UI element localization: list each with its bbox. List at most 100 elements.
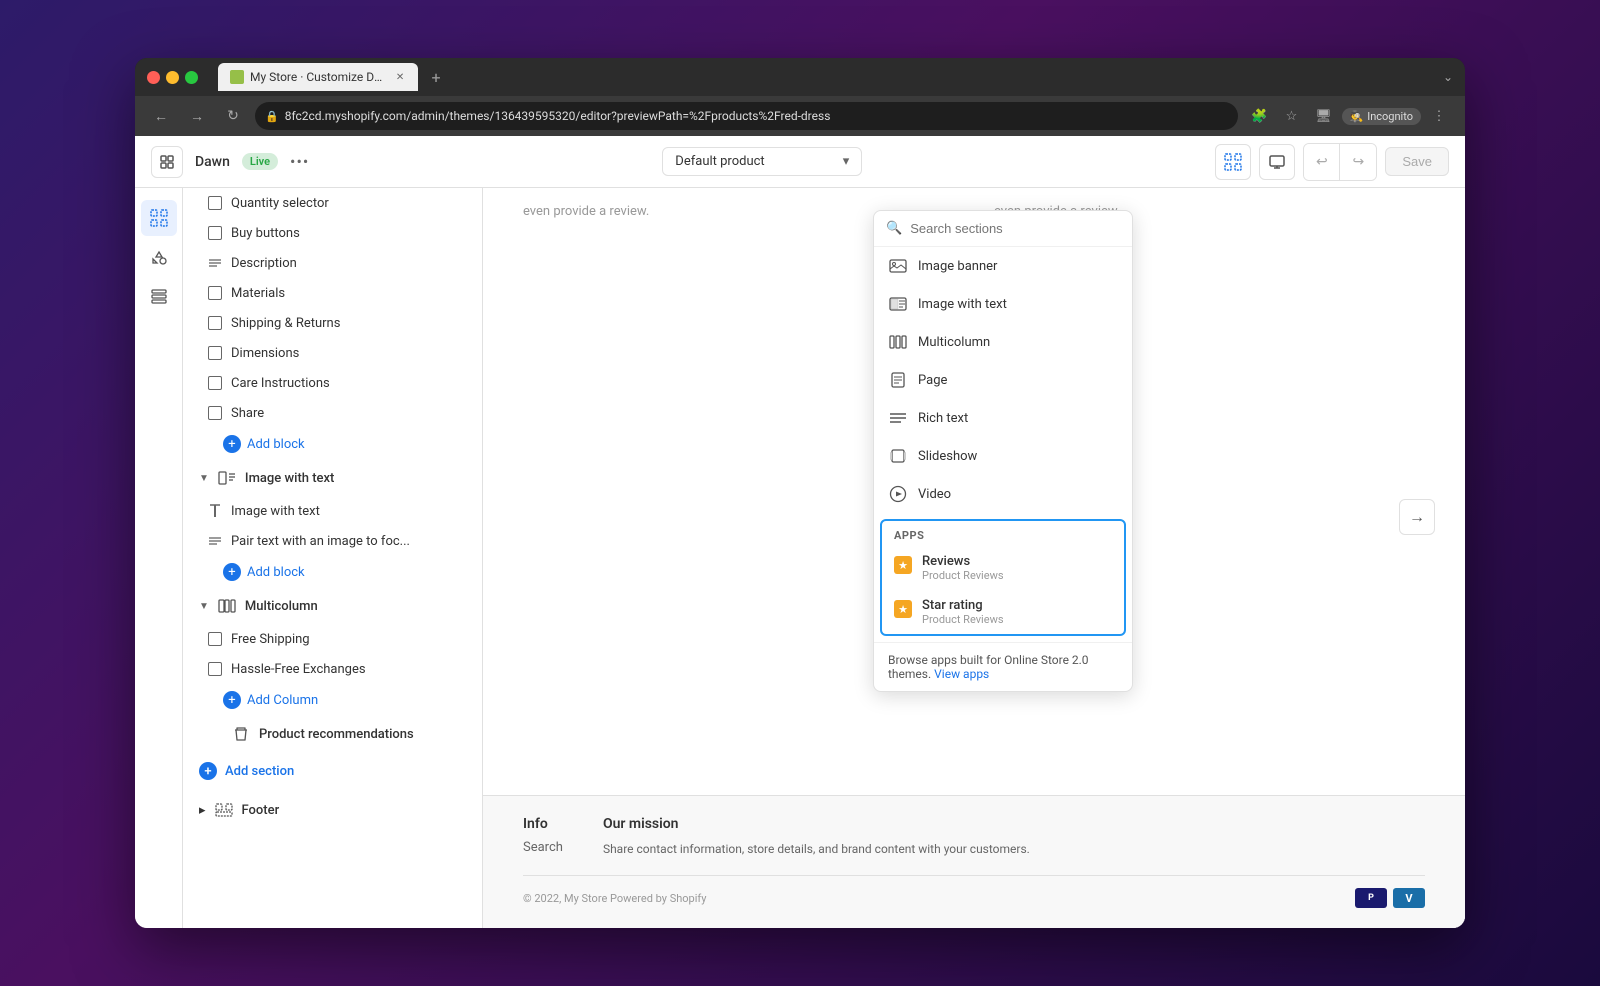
section-multicolumn-label: Multicolumn [245,599,318,614]
close-button[interactable] [147,71,160,84]
tab-title: My Store · Customize Dawn · S [250,70,388,84]
panel-item-quantity-selector[interactable]: Quantity selector [183,188,482,218]
add-block-1-button[interactable]: + Add block [183,428,482,460]
corner-icon [207,375,223,391]
panel-item-free-shipping[interactable]: Free Shipping [183,624,482,654]
dropdown-item-label: Rich text [918,411,968,426]
panel-item-shipping-returns[interactable]: Shipping & Returns [183,308,482,338]
apps-item-star-rating[interactable]: ★ Star rating Product Reviews [882,590,1124,634]
add-block-2-button[interactable]: + Add block [183,556,482,588]
blocks-icon-btn[interactable] [141,280,177,316]
image-banner-icon [888,256,908,276]
browser-window: My Store · Customize Dawn · S ✕ + ⌄ ← → … [135,58,1465,928]
sections-icon-btn[interactable] [141,200,177,236]
redo-button[interactable]: ↪ [1340,144,1376,180]
template-label: Default product [675,154,764,169]
footer-header[interactable]: ▸ Footer [183,790,482,830]
corner-icon [207,225,223,241]
search-icon: 🔍 [886,221,902,236]
preview-area: even provide a review. even provide a re… [483,188,1465,928]
tab-close-icon[interactable]: ✕ [394,70,406,84]
add-block-label-2: Add block [247,565,305,580]
apps-label: APPS [882,521,1124,546]
dropdown-item-image-banner[interactable]: Image banner [874,247,1132,285]
template-dropdown[interactable]: Default product ▾ [662,147,862,176]
apps-item-reviews[interactable]: ★ Reviews Product Reviews [882,546,1124,590]
add-block-label: Add block [247,437,305,452]
dropdown-item-multicolumn[interactable]: Multicolumn [874,323,1132,361]
panel-item-image-with-text[interactable]: Image with text [183,496,482,526]
toolbar-center: Default product ▾ [321,147,1203,176]
browser-titlebar: My Store · Customize Dawn · S ✕ + ⌄ [135,58,1465,96]
section-image-with-text-header[interactable]: ▼ Image with text [183,460,482,496]
corner-icon [207,661,223,677]
panel-item-materials[interactable]: Materials [183,278,482,308]
corner-icon [207,285,223,301]
preview-arrow-button[interactable]: → [1399,499,1435,535]
dropdown-item-rich-text[interactable]: Rich text [874,399,1132,437]
dropdown-item-slideshow[interactable]: Slideshow [874,437,1132,475]
refresh-button[interactable]: ↻ [219,102,247,130]
app-content: Dawn Live ••• Default product ▾ [135,136,1465,928]
panel-item-care-instructions[interactable]: Care Instructions [183,368,482,398]
toolbar-actions: ↩ ↪ Save [1215,143,1449,181]
multicolumn-icon [888,332,908,352]
dropdown-item-page[interactable]: Page [874,361,1132,399]
window-controls[interactable]: ⌄ [1443,70,1453,84]
panel-item-buy-buttons[interactable]: Buy buttons [183,218,482,248]
dropdown-item-video[interactable]: Video [874,475,1132,513]
corner-icon [207,345,223,361]
address-text: 8fc2cd.myshopify.com/admin/themes/136439… [285,109,831,123]
menu-icon[interactable]: ⋮ [1425,102,1453,130]
dropdown-chevron-icon: ▾ [843,154,850,169]
add-section-label: Add section [225,764,294,779]
back-button[interactable]: ← [147,102,175,130]
extensions-icon[interactable]: 🧩 [1246,102,1274,130]
more-options-button[interactable]: ••• [290,152,309,171]
grid-select-button[interactable] [1215,144,1251,180]
video-icon [888,484,908,504]
toolbar-left: Dawn Live ••• [151,146,309,178]
panel-item-label: Buy buttons [231,226,300,241]
bookmark-icon[interactable]: ☆ [1278,102,1306,130]
fullscreen-button[interactable] [185,71,198,84]
product-rec-icon [231,724,251,744]
dropdown-item-label: Image with text [918,297,1007,312]
add-section-button[interactable]: + Add section [183,752,482,790]
editor-back-button[interactable] [151,146,183,178]
panel-item-share[interactable]: Share [183,398,482,428]
new-tab-button[interactable]: + [422,63,450,91]
panel-item-hassle-free[interactable]: Hassle-Free Exchanges [183,654,482,684]
search-sections-input[interactable] [910,221,1120,236]
apps-item-reviews-text: Reviews Product Reviews [922,554,1004,582]
active-tab[interactable]: My Store · Customize Dawn · S ✕ [218,63,418,91]
undo-button[interactable]: ↩ [1304,144,1340,180]
add-circle-icon: + [223,435,241,453]
theme-name: Dawn [195,154,230,170]
section-product-recommendations[interactable]: Product recommendations [183,716,482,752]
dropdown-item-label: Slideshow [918,449,977,464]
address-bar[interactable]: 🔒 8fc2cd.myshopify.com/admin/themes/1364… [255,102,1238,130]
apps-icon-btn[interactable] [141,240,177,276]
slideshow-icon [888,446,908,466]
minimize-button[interactable] [166,71,179,84]
collapse-icon: ▼ [199,601,209,612]
panel-item-pair-text[interactable]: Pair text with an image to foc... [183,526,482,556]
corner-icon [207,405,223,421]
add-column-button[interactable]: + Add Column [183,684,482,716]
lines-icon [207,533,223,549]
dropdown-browse-text: Browse apps built for Online Store 2.0 t… [874,642,1132,691]
save-button[interactable]: Save [1385,147,1449,176]
panel-item-description[interactable]: Description [183,248,482,278]
corner-icon [207,631,223,647]
desktop-preview-button[interactable] [1259,144,1295,180]
section-multicolumn-header[interactable]: ▼ Multicolumn [183,588,482,624]
panel-item-dimensions[interactable]: Dimensions [183,338,482,368]
panel-item-label: Care Instructions [231,376,330,391]
dropdown-item-image-with-text[interactable]: Image with text [874,285,1132,323]
desktop-icon[interactable]: 🖥 [1310,102,1338,130]
panel-item-label: Pair text with an image to foc... [231,534,410,549]
forward-button[interactable]: → [183,102,211,130]
reviews-name: Reviews [922,554,1004,569]
view-apps-link[interactable]: View apps [934,667,989,681]
